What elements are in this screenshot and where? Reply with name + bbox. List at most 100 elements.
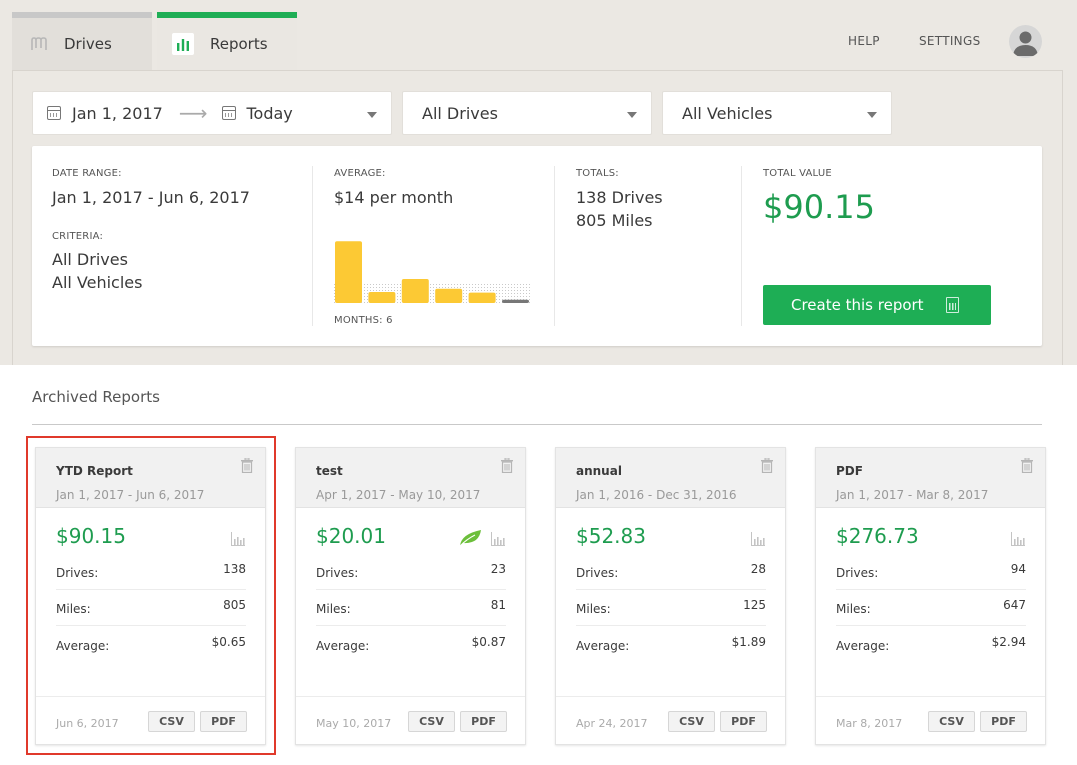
drives-row: Drives: 23 [316, 554, 506, 590]
tab-drives-label: Drives [64, 35, 112, 53]
card-footer: May 10, 2017 CSV PDF [296, 696, 525, 744]
report-created-date: Mar 8, 2017 [836, 717, 903, 730]
divider [1062, 70, 1063, 365]
divider [741, 166, 742, 326]
csv-button[interactable]: CSV [148, 711, 195, 732]
report-card[interactable]: PDF Jan 1, 2017 - Mar 8, 2017 $276.73 Dr… [815, 447, 1046, 745]
average-value: $2.94 [991, 635, 1026, 649]
drives-value: 138 [223, 562, 246, 576]
month-bar [401, 278, 429, 303]
settings-link[interactable]: SETTINGS [919, 34, 980, 48]
miles-label: Miles: [836, 602, 871, 616]
miles-value: 805 [223, 598, 246, 612]
miles-label: Miles: [316, 602, 351, 616]
total-value: $90.15 [763, 188, 875, 226]
card-footer: Apr 24, 2017 CSV PDF [556, 696, 785, 744]
date-range-select[interactable]: Jan 1, 2017 ⟶ Today [32, 91, 392, 135]
average-row: Average: $0.87 [316, 626, 506, 662]
miles-value: 647 [1003, 598, 1026, 612]
drives-value: 23 [490, 562, 506, 576]
card-footer: Mar 8, 2017 CSV PDF [816, 696, 1045, 744]
drives-label: Drives: [316, 566, 359, 580]
miles-row: Miles: 647 [836, 590, 1026, 626]
avatar[interactable] [1009, 25, 1042, 58]
create-report-button[interactable]: Create this report [763, 285, 991, 325]
bar-chart-icon[interactable] [751, 532, 765, 546]
average-label: AVERAGE: [334, 168, 386, 179]
pdf-button[interactable]: PDF [460, 711, 507, 732]
drives-label: Drives: [576, 566, 619, 580]
archived-reports-title: Archived Reports [32, 388, 160, 406]
report-amount: $52.83 [576, 524, 646, 548]
report-date-range: Jan 1, 2016 - Dec 31, 2016 [576, 488, 737, 502]
drives-row: Drives: 28 [576, 554, 766, 590]
chart-background [334, 283, 532, 303]
drives-label: Drives: [836, 566, 879, 580]
tab-reports-label: Reports [210, 35, 268, 53]
bar-chart-icon[interactable] [491, 532, 505, 546]
date-start-value: Jan 1, 2017 [72, 103, 163, 123]
csv-button[interactable]: CSV [408, 711, 455, 732]
trash-icon[interactable] [241, 458, 253, 473]
month-bar [368, 291, 396, 303]
bar-chart-icon [172, 33, 194, 55]
user-icon [1013, 31, 1038, 56]
average-value: $0.87 [471, 635, 506, 649]
report-card[interactable]: test Apr 1, 2017 - May 10, 2017 $20.01 D… [295, 447, 526, 745]
csv-button[interactable]: CSV [928, 711, 975, 732]
card-header: test Apr 1, 2017 - May 10, 2017 [296, 448, 525, 508]
card-footer: Jun 6, 2017 CSV PDF [36, 696, 265, 744]
report-summary-card: DATE RANGE: Jan 1, 2017 - Jun 6, 2017 CR… [32, 146, 1042, 346]
date-range-value: Jan 1, 2017 - Jun 6, 2017 [52, 188, 250, 207]
report-card[interactable]: YTD Report Jan 1, 2017 - Jun 6, 2017 $90… [35, 447, 266, 745]
pdf-button[interactable]: PDF [200, 711, 247, 732]
average-label: Average: [576, 639, 630, 653]
report-card[interactable]: annual Jan 1, 2016 - Dec 31, 2016 $52.83… [555, 447, 786, 745]
drives-row: Drives: 94 [836, 554, 1026, 590]
bar-chart-icon[interactable] [1011, 532, 1025, 546]
report-created-date: Apr 24, 2017 [576, 717, 648, 730]
average-row: Average: $0.65 [56, 626, 246, 662]
arrow-right-icon: ⟶ [178, 101, 208, 125]
mileiq-logo-icon [30, 35, 48, 53]
average-value: $14 per month [334, 188, 454, 207]
report-amount: $90.15 [56, 524, 126, 548]
miles-value: 125 [743, 598, 766, 612]
pdf-button[interactable]: PDF [980, 711, 1027, 732]
miles-value: 81 [490, 598, 506, 612]
report-name: annual [576, 464, 622, 478]
pdf-button[interactable]: PDF [720, 711, 767, 732]
miles-row: Miles: 81 [316, 590, 506, 626]
month-bar [502, 299, 529, 303]
trash-icon[interactable] [501, 458, 513, 473]
trash-icon[interactable] [1021, 458, 1033, 473]
month-bar [468, 292, 496, 303]
miles-label: Miles: [576, 602, 611, 616]
help-link[interactable]: HELP [848, 34, 880, 48]
report-name: test [316, 464, 343, 478]
csv-button[interactable]: CSV [668, 711, 715, 732]
drives-value: 28 [750, 562, 766, 576]
totals-drives: 138 Drives [576, 188, 663, 207]
totals-miles: 805 Miles [576, 211, 653, 230]
tab-drives[interactable]: Drives [12, 12, 152, 70]
drives-row: Drives: 138 [56, 554, 246, 590]
totals-label: TOTALS: [576, 168, 619, 179]
criteria-drives: All Drives [52, 250, 128, 269]
report-date-range: Jan 1, 2017 - Jun 6, 2017 [56, 488, 205, 502]
miles-row: Miles: 125 [576, 590, 766, 626]
drives-select-value: All Drives [422, 103, 498, 123]
bar-chart-icon[interactable] [231, 532, 245, 546]
chevron-down-icon [367, 112, 377, 118]
tab-reports[interactable]: Reports [157, 12, 297, 70]
average-row: Average: $1.89 [576, 626, 766, 662]
drives-select[interactable]: All Drives [402, 91, 652, 135]
leaf-icon [459, 530, 481, 547]
report-date-range: Jan 1, 2017 - Mar 8, 2017 [836, 488, 989, 502]
month-bar [335, 241, 362, 303]
vehicles-select[interactable]: All Vehicles [662, 91, 892, 135]
divider [312, 166, 313, 326]
drives-value: 94 [1010, 562, 1026, 576]
report-name: PDF [836, 464, 863, 478]
trash-icon[interactable] [761, 458, 773, 473]
